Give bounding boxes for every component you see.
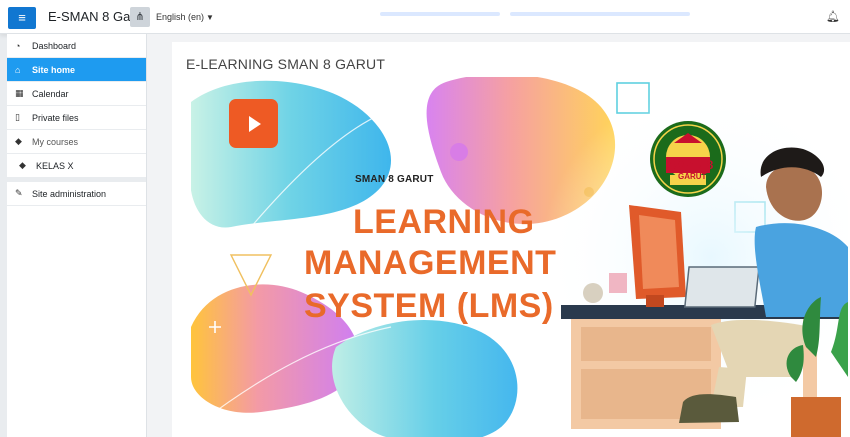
sitemap-icon: ⋔: [135, 11, 145, 23]
graduation-cap-icon: ◆: [15, 136, 22, 146]
file-icon: ▯: [15, 112, 20, 122]
caret-down-icon: ▼: [206, 13, 214, 22]
sidebar-item-label: Site home: [32, 64, 76, 75]
sidebar-item-my-courses[interactable]: ◆ My courses: [7, 130, 146, 154]
banner-heading-line: SYSTEM (LMS): [304, 287, 554, 325]
home-icon: ⌂: [15, 64, 21, 75]
top-navbar: ≡ E-SMAN 8 Garut ⋔ English (en) ▼ 🔔︎: [0, 0, 850, 34]
banner-subheading: SMAN 8 GARUT: [355, 174, 434, 185]
decor-blob: [332, 320, 518, 437]
sidebar-item-label: Dashboard: [32, 40, 77, 51]
calendar-icon: ▦: [15, 88, 24, 98]
language-menu-button[interactable]: ⋔: [130, 7, 150, 27]
placeholder-bar: [380, 12, 500, 16]
sidebar-item-label: Private files: [32, 112, 79, 123]
play-video-button[interactable]: [229, 99, 278, 148]
banner-heading-line: LEARNING: [353, 203, 535, 241]
sidebar-item-dashboard[interactable]: ◔ Dashboard: [7, 34, 146, 58]
school-logo-text: SMAN 8 GARUT: [668, 158, 713, 181]
sidebar-item-calendar[interactable]: ▦ Calendar: [7, 82, 146, 106]
sidebar-item-site-home[interactable]: ⌂ Site home: [7, 58, 146, 82]
sidebar-item-private-files[interactable]: ▯ Private files: [7, 106, 146, 130]
wrench-icon: ✎: [15, 188, 23, 198]
hamburger-icon: ≡: [18, 10, 26, 25]
sidebar-item-label: My courses: [32, 136, 79, 147]
sidebar-item-kelas-x[interactable]: ◆ KELAS X: [7, 154, 146, 178]
graduation-cap-icon: ◆: [19, 160, 26, 170]
decor-dot: [450, 143, 468, 161]
banner-heading-line: MANAGEMENT: [304, 244, 557, 282]
language-selector[interactable]: English (en) ▼: [156, 12, 214, 22]
language-label: English (en): [156, 12, 205, 22]
drawer-toggle-button[interactable]: ≡: [8, 7, 36, 29]
logo-subtext: GARUT: [678, 172, 707, 181]
sidebar-item-label: KELAS X: [36, 160, 74, 171]
sidebar-item-label: Calendar: [32, 88, 69, 99]
bell-icon[interactable]: 🔔︎: [826, 10, 840, 23]
page-title: E-LEARNING SMAN 8 GARUT: [186, 56, 386, 72]
sidebar-item-site-administration[interactable]: ✎ Site administration: [7, 182, 146, 206]
logo-text: SMAN 8: [668, 158, 714, 172]
app-window: ≡ E-SMAN 8 Garut ⋔ English (en) ▼ 🔔︎ ◔ Da…: [0, 0, 850, 437]
placeholder-bar: [510, 12, 690, 16]
sidebar-item-label: Site administration: [32, 188, 107, 199]
dashboard-icon: ◔: [15, 40, 21, 51]
nav-drawer: ◔ Dashboard ⌂ Site home ▦ Calendar ▯ Pri…: [7, 34, 147, 437]
